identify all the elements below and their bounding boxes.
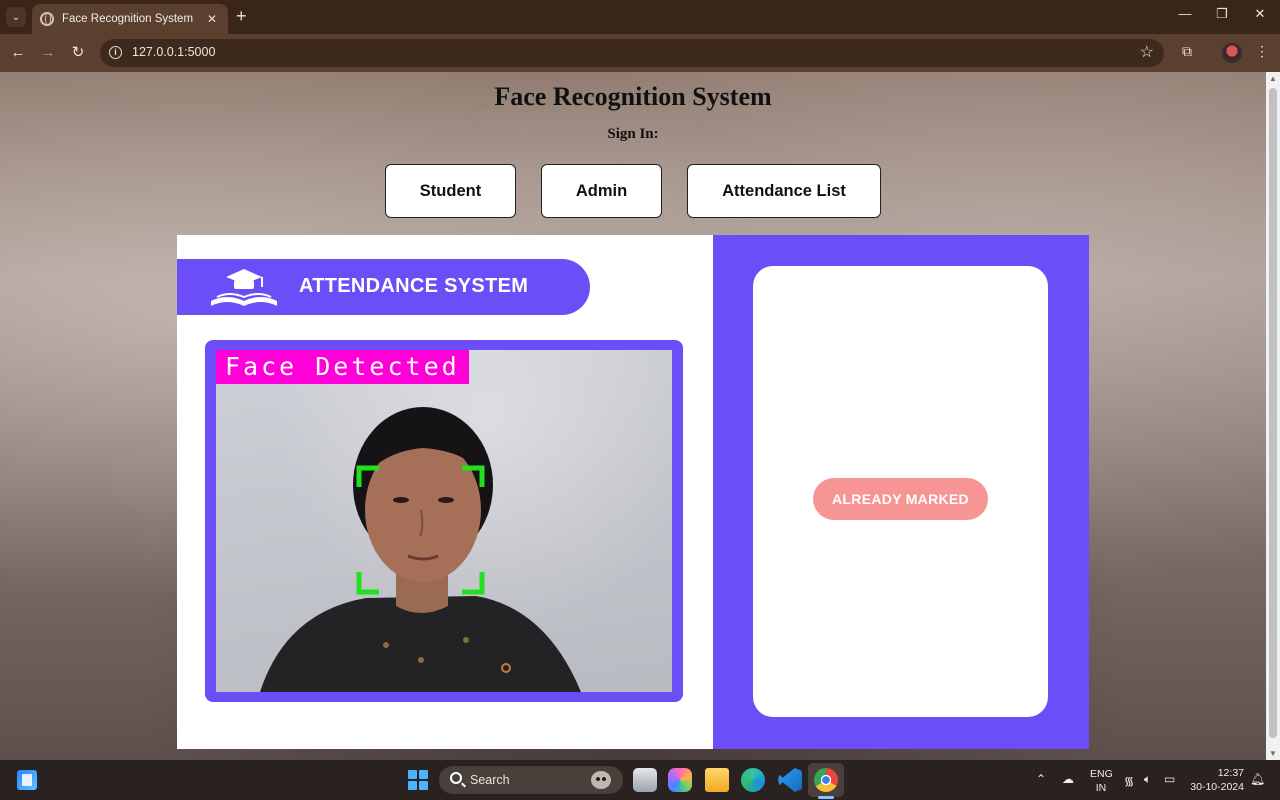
widgets-icon[interactable] bbox=[17, 770, 37, 790]
restore-button[interactable]: ❐ bbox=[1207, 6, 1237, 22]
attendance-banner: ATTENDANCE SYSTEM bbox=[177, 259, 590, 315]
region-code: IN bbox=[1095, 782, 1107, 794]
face-detected-label: Face Detected bbox=[216, 350, 469, 384]
browser-tab[interactable]: Face Recognition System ✕ bbox=[32, 4, 228, 34]
admin-button[interactable]: Admin bbox=[541, 164, 662, 218]
globe-icon bbox=[40, 12, 54, 26]
minimize-button[interactable]: — bbox=[1170, 6, 1200, 21]
bookmark-star-icon[interactable]: ☆ bbox=[1140, 42, 1154, 62]
tab-search-chevron-icon[interactable]: ⌄ bbox=[6, 7, 26, 27]
tab-title: Face Recognition System bbox=[62, 13, 194, 25]
windows-taskbar: Search ⌃ ☁ ENG IN ᯾ 🔈︎ ▭ 12:37 30-10-202… bbox=[0, 760, 1280, 800]
browser-tab-bar: ⌄ Face Recognition System ✕ + — ❐ ✕ bbox=[0, 0, 1280, 34]
taskbar-search[interactable]: Search bbox=[439, 766, 623, 794]
extensions-icon[interactable]: ⧉ bbox=[1176, 43, 1198, 60]
cloud-sync-icon[interactable]: ☁ bbox=[1062, 772, 1074, 786]
search-highlight-icon bbox=[591, 771, 611, 789]
task-view-icon[interactable] bbox=[633, 768, 657, 792]
wifi-icon[interactable]: ᯾ bbox=[1124, 772, 1134, 789]
edge-browser-icon[interactable] bbox=[741, 768, 765, 792]
new-tab-button[interactable]: + bbox=[236, 6, 247, 26]
search-icon bbox=[450, 772, 462, 784]
scroll-up-icon[interactable]: ▲ bbox=[1269, 74, 1277, 83]
menu-kebab-icon[interactable]: ⋮ bbox=[1251, 43, 1273, 60]
chrome-icon[interactable] bbox=[814, 768, 838, 792]
browser-toolbar: ← → ↻ i 127.0.0.1:5000 ☆ ⧉ ⋮ bbox=[0, 34, 1280, 72]
copilot-icon[interactable] bbox=[668, 768, 692, 792]
system-clock[interactable]: 12:37 30-10-2024 bbox=[1188, 766, 1244, 794]
page-viewport: Face Recognition System Sign In: Student… bbox=[0, 72, 1266, 760]
site-info-icon[interactable]: i bbox=[109, 46, 122, 59]
graduation-book-icon bbox=[211, 269, 277, 306]
camera-pane: ATTENDANCE SYSTEM Face Detected bbox=[177, 235, 713, 749]
banner-title: ATTENDANCE SYSTEM bbox=[299, 275, 529, 297]
already-marked-badge[interactable]: ALREADY MARKED bbox=[813, 478, 988, 520]
reload-icon[interactable]: ↻ bbox=[67, 43, 89, 63]
window-close-button[interactable]: ✕ bbox=[1245, 6, 1275, 22]
scroll-down-icon[interactable]: ▼ bbox=[1269, 749, 1277, 758]
volume-icon[interactable]: 🔈︎ bbox=[1144, 772, 1151, 787]
tab-close-icon[interactable]: ✕ bbox=[204, 12, 220, 26]
camera-frame: Face Detected bbox=[205, 340, 683, 702]
show-hidden-icons-chevron-icon[interactable]: ⌃ bbox=[1036, 772, 1046, 786]
page-title: Face Recognition System bbox=[494, 82, 772, 111]
attendance-card: ATTENDANCE SYSTEM Face Detected ALREADY … bbox=[177, 235, 1089, 749]
person-image bbox=[260, 407, 581, 692]
address-bar[interactable]: i 127.0.0.1:5000 ☆ bbox=[100, 39, 1164, 67]
back-arrow-icon[interactable]: ← bbox=[7, 43, 29, 63]
language-code: ENG bbox=[1090, 768, 1113, 780]
attendance-list-button[interactable]: Attendance List bbox=[687, 164, 881, 218]
forward-arrow-icon[interactable]: → bbox=[37, 43, 59, 63]
taskbar-search-label: Search bbox=[470, 773, 510, 787]
scrollbar-thumb[interactable] bbox=[1269, 88, 1277, 738]
student-button[interactable]: Student bbox=[385, 164, 516, 218]
profile-avatar[interactable] bbox=[1222, 43, 1242, 63]
active-app-indicator bbox=[818, 796, 834, 799]
page-scrollbar[interactable]: ▲ ▼ bbox=[1266, 72, 1280, 760]
clock-time: 12:37 bbox=[1217, 767, 1244, 779]
result-panel: ALREADY MARKED bbox=[753, 266, 1048, 717]
clock-date: 30-10-2024 bbox=[1190, 781, 1244, 793]
notification-bell-icon[interactable]: 🔔︎ bbox=[1250, 772, 1265, 786]
result-pane: ALREADY MARKED bbox=[713, 235, 1089, 749]
battery-icon[interactable]: ▭ bbox=[1164, 772, 1175, 786]
windows-start-icon[interactable] bbox=[408, 770, 428, 790]
language-indicator[interactable]: ENG IN bbox=[1090, 767, 1113, 795]
vscode-icon[interactable] bbox=[778, 768, 802, 792]
camera-feed: Face Detected bbox=[216, 350, 672, 692]
sign-in-label: Sign In: bbox=[607, 126, 659, 142]
url-text[interactable]: 127.0.0.1:5000 bbox=[132, 45, 215, 59]
file-explorer-icon[interactable] bbox=[705, 768, 729, 792]
